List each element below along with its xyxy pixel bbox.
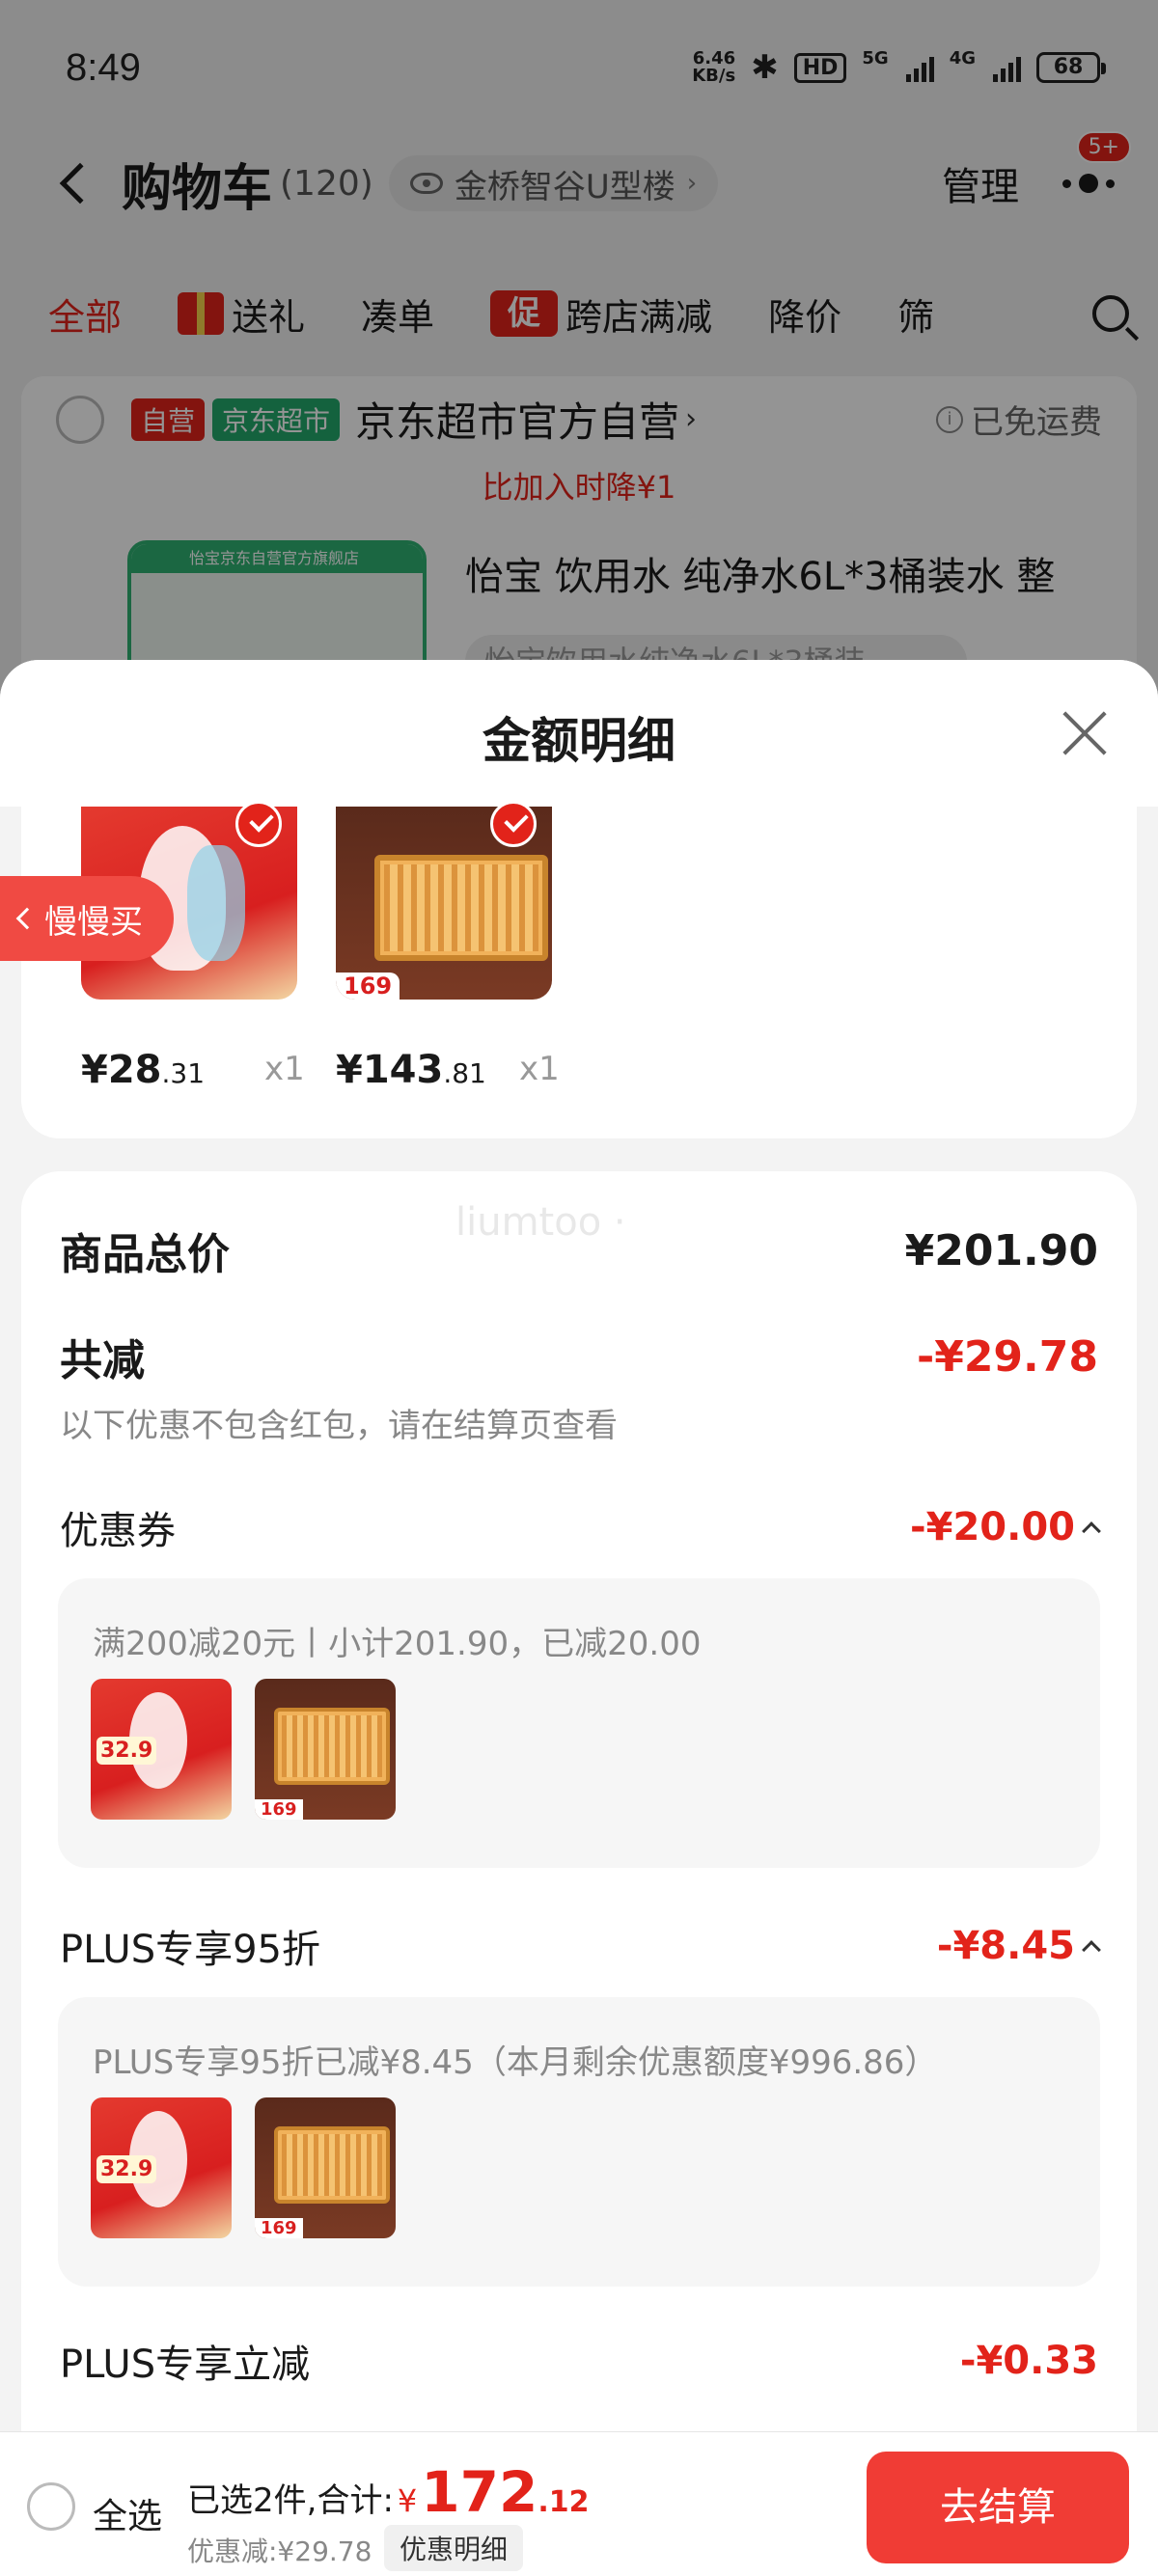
total-price-label: 商品总价 [60, 1230, 230, 1279]
crane-graphic [187, 845, 245, 961]
chevron-left-icon [15, 907, 39, 930]
item-quantity: x1 [264, 1050, 305, 1088]
coupon-value: -¥20.00 [910, 1505, 1101, 1549]
plus95-detail-text: PLUS专享95折已减¥8.45（本月剩余优惠额度¥996.86） [93, 2043, 938, 2082]
item-price: ¥143.81 [336, 1048, 486, 1092]
price-tag: 32.9 [96, 2155, 157, 2183]
total-amount-decimal: .12 [538, 2485, 590, 2519]
plus-instant-value: -¥0.33 [959, 2339, 1098, 2383]
total-price-value: ¥201.90 [904, 1225, 1098, 1275]
total-reduce-value: -¥29.78 [916, 1331, 1098, 1382]
gift-box-graphic [384, 864, 538, 951]
item-quantity: x1 [519, 1050, 560, 1088]
currency-symbol: ¥ [397, 2482, 418, 2519]
coupon-detail-box: 满200减20元丨小计201.90，已减20.00 32.9 169 [58, 1578, 1100, 1868]
plus95-value: -¥8.45 [937, 1924, 1101, 1968]
discount-detail-button[interactable]: 优惠明细 [384, 2525, 524, 2571]
plus-instant-label: PLUS专享立减 [60, 2343, 311, 2387]
plus95-row[interactable]: PLUS专享95折 -¥8.45 [60, 1918, 1101, 1974]
selected-count-text: 已选2件,合计: [187, 2481, 394, 2520]
plus95-label: PLUS专享95折 [60, 1928, 320, 1972]
check-icon [235, 801, 282, 847]
rice-mini-thumbnail: 32.9 [91, 1679, 232, 1820]
sheet-header: 金额明细 [0, 660, 1158, 807]
price-tag: 32.9 [96, 1737, 157, 1765]
gift-box-graphic [282, 2134, 382, 2196]
total-amount: 172 [421, 2459, 538, 2525]
ginseng-mini-thumbnail: 169 [255, 2097, 396, 2238]
selected-items-card: ¥28.31 x1 169 ¥143.81 x1 [21, 801, 1137, 1138]
modal-overlay[interactable] [0, 0, 1158, 695]
coupon-label: 优惠券 [60, 1509, 176, 1553]
order-summary: 已选2件,合计: ¥ 172 .12 [187, 2459, 590, 2525]
select-all-checkbox[interactable] [27, 2482, 75, 2531]
chevron-up-icon [1082, 1521, 1101, 1541]
red-packet-note: 以下优惠不包含红包，请在结算页查看 [60, 1407, 618, 1445]
checkout-bar: 全选 已选2件,合计: ¥ 172 .12 优惠减:¥29.78 优惠明细 去结… [0, 2431, 1158, 2576]
gift-box-graphic [282, 1715, 382, 1777]
price-badge: 169 [336, 973, 400, 1000]
close-icon[interactable] [1060, 708, 1110, 758]
plus95-detail-box: PLUS专享95折已减¥8.45（本月剩余优惠额度¥996.86） 32.9 1… [58, 1997, 1100, 2287]
amount-detail-sheet: 金额明细 ¥28.31 x1 169 ¥143.81 x1 慢慢买 liumto… [0, 660, 1158, 2576]
price-badge: 169 [255, 2218, 303, 2238]
slow-buy-floating-button[interactable]: 慢慢买 [0, 876, 174, 961]
total-reduce-row: 共减 -¥29.78 [60, 1326, 1098, 1387]
total-reduce-label: 共减 [60, 1336, 145, 1385]
saved-amount: 优惠减:¥29.78 [187, 2535, 372, 2567]
sheet-title: 金额明细 [482, 713, 676, 769]
ginseng-mini-thumbnail: 169 [255, 1679, 396, 1820]
item-ginseng[interactable]: 169 ¥143.81 x1 [336, 801, 560, 1092]
coupon-detail-text: 满200减20元丨小计201.90，已减20.00 [93, 1625, 702, 1663]
checkout-button[interactable]: 去结算 [867, 2452, 1129, 2563]
total-price-row: 商品总价 ¥201.90 [60, 1219, 1098, 1281]
price-badge: 169 [255, 1799, 303, 1820]
coupon-row[interactable]: 优惠券 -¥20.00 [60, 1499, 1101, 1555]
chevron-up-icon [1082, 1940, 1101, 1959]
rice-mini-thumbnail: 32.9 [91, 2097, 232, 2238]
select-all-label[interactable]: 全选 [93, 2488, 162, 2538]
check-icon [490, 801, 537, 847]
plus-instant-row: PLUS专享立减 -¥0.33 [60, 2333, 1098, 2389]
price-detail-card: liumtoo · 商品总价 ¥201.90 共减 -¥29.78 以下优惠不包… [21, 1171, 1137, 2576]
item-price: ¥28.31 [81, 1048, 206, 1092]
